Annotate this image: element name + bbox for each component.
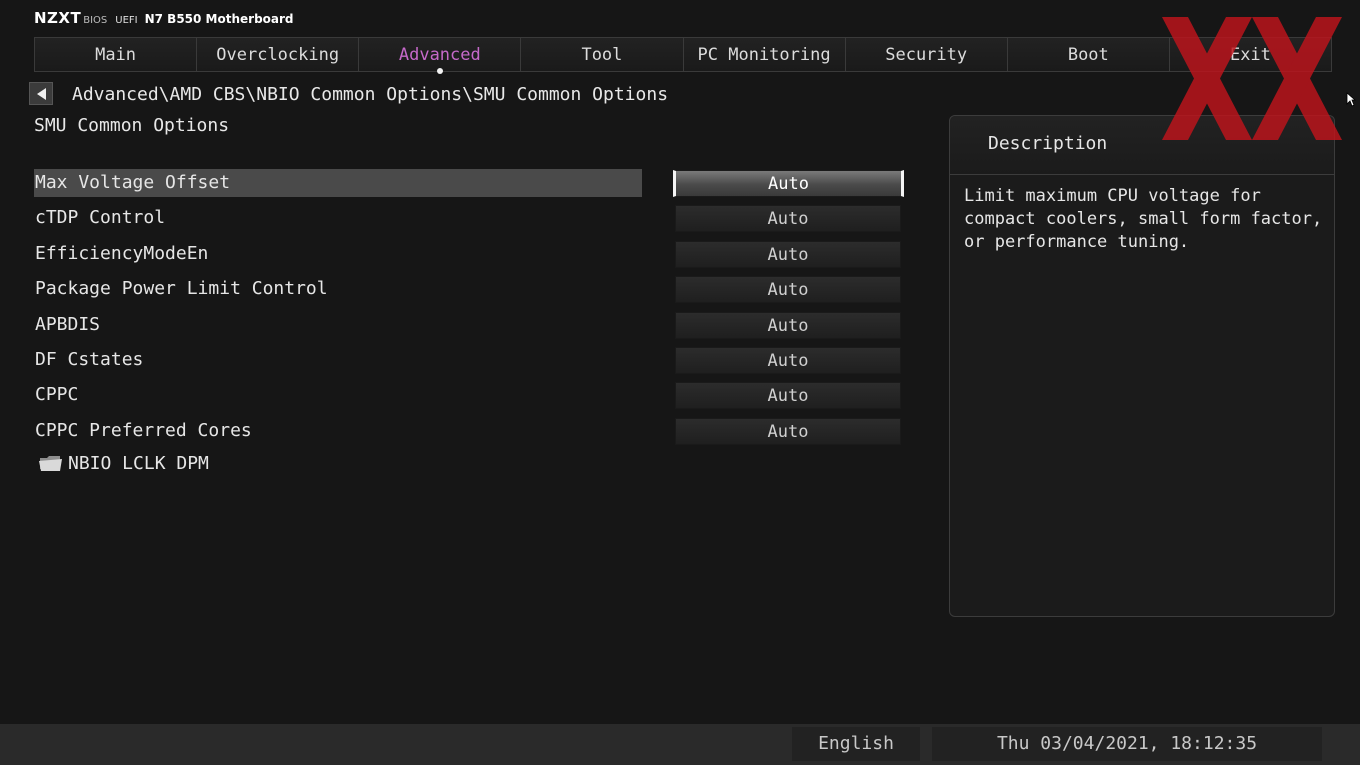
setting-value-button[interactable]: Auto (673, 170, 904, 197)
setting-value-button[interactable]: Auto (675, 417, 901, 445)
description-panel: Description Limit maximum CPU voltage fo… (949, 115, 1335, 617)
setting-label: EfficiencyModeEn (35, 242, 209, 264)
tab-overclocking[interactable]: Overclocking (197, 38, 360, 71)
tab-advanced[interactable]: Advanced (359, 38, 522, 74)
setting-row-max-voltage-offset[interactable]: Max Voltage Offset Auto (34, 169, 914, 204)
description-header: Description (950, 116, 1334, 175)
nzxt-logo: NZXT (34, 9, 82, 27)
setting-row-df-cstates[interactable]: DF Cstates Auto (34, 346, 914, 381)
folder-icon (39, 456, 62, 471)
settings-list: Max Voltage Offset Auto cTDP Control Aut… (34, 169, 914, 452)
setting-row-ctdp-control[interactable]: cTDP Control Auto (34, 204, 914, 239)
datetime-display: Thu 03/04/2021, 18:12:35 (932, 727, 1322, 761)
setting-label: Package Power Limit Control (35, 278, 328, 300)
setting-row-cppc[interactable]: CPPC Auto (34, 381, 914, 416)
tab-exit[interactable]: Exit (1169, 38, 1331, 71)
setting-row-cppc-preferred-cores[interactable]: CPPC Preferred Cores Auto (34, 417, 914, 452)
setting-row-efficiencymodeen[interactable]: EfficiencyModeEn Auto (34, 240, 914, 275)
back-button[interactable] (29, 82, 53, 105)
setting-value-button[interactable]: Auto (675, 346, 901, 374)
submenu-label: NBIO LCLK DPM (68, 452, 209, 474)
setting-value-button[interactable]: Auto (675, 311, 901, 339)
setting-row-package-power-limit-control[interactable]: Package Power Limit Control Auto (34, 275, 914, 310)
submenu-nbio-lclk-dpm[interactable]: NBIO LCLK DPM (38, 451, 209, 475)
tab-pc-monitoring[interactable]: PC Monitoring (683, 38, 846, 71)
footer-bar: English Thu 03/04/2021, 18:12:35 (0, 724, 1360, 765)
description-text: Limit maximum CPU voltage for compact co… (964, 186, 1323, 252)
setting-label: CPPC (35, 384, 79, 406)
tab-boot[interactable]: Boot (1007, 38, 1170, 71)
setting-value-button[interactable]: Auto (675, 240, 901, 268)
page-title: SMU Common Options (34, 115, 230, 136)
setting-label: APBDIS (35, 313, 101, 335)
bios-screen: NZXT BIOS UEFI N7 B550 Motherboard Main … (0, 0, 1360, 765)
setting-label: cTDP Control (35, 207, 166, 229)
setting-row-apbdis[interactable]: APBDIS Auto (34, 311, 914, 346)
tab-tool[interactable]: Tool (521, 38, 684, 71)
setting-value-button[interactable]: Auto (675, 382, 901, 410)
language-selector[interactable]: English (792, 727, 920, 761)
description-title: Description (988, 133, 1108, 154)
uefi-label: UEFI (115, 15, 138, 26)
setting-value-button[interactable]: Auto (675, 276, 901, 304)
bios-label: BIOS (83, 15, 108, 26)
breadcrumb: Advanced\AMD CBS\NBIO Common Options\SMU… (72, 84, 669, 105)
tab-security[interactable]: Security (845, 38, 1008, 71)
setting-label: CPPC Preferred Cores (35, 419, 252, 441)
back-arrow-icon (37, 87, 46, 100)
setting-label: DF Cstates (35, 348, 144, 370)
board-name: N7 B550 Motherboard (144, 12, 294, 26)
mouse-cursor-icon (1346, 92, 1356, 107)
setting-label: Max Voltage Offset (34, 169, 642, 197)
setting-value-button[interactable]: Auto (675, 205, 901, 233)
brand-header: NZXT BIOS UEFI N7 B550 Motherboard (34, 9, 294, 27)
tab-main[interactable]: Main (35, 38, 198, 71)
main-tabs: Main Overclocking Advanced Tool PC Monit… (34, 37, 1332, 74)
